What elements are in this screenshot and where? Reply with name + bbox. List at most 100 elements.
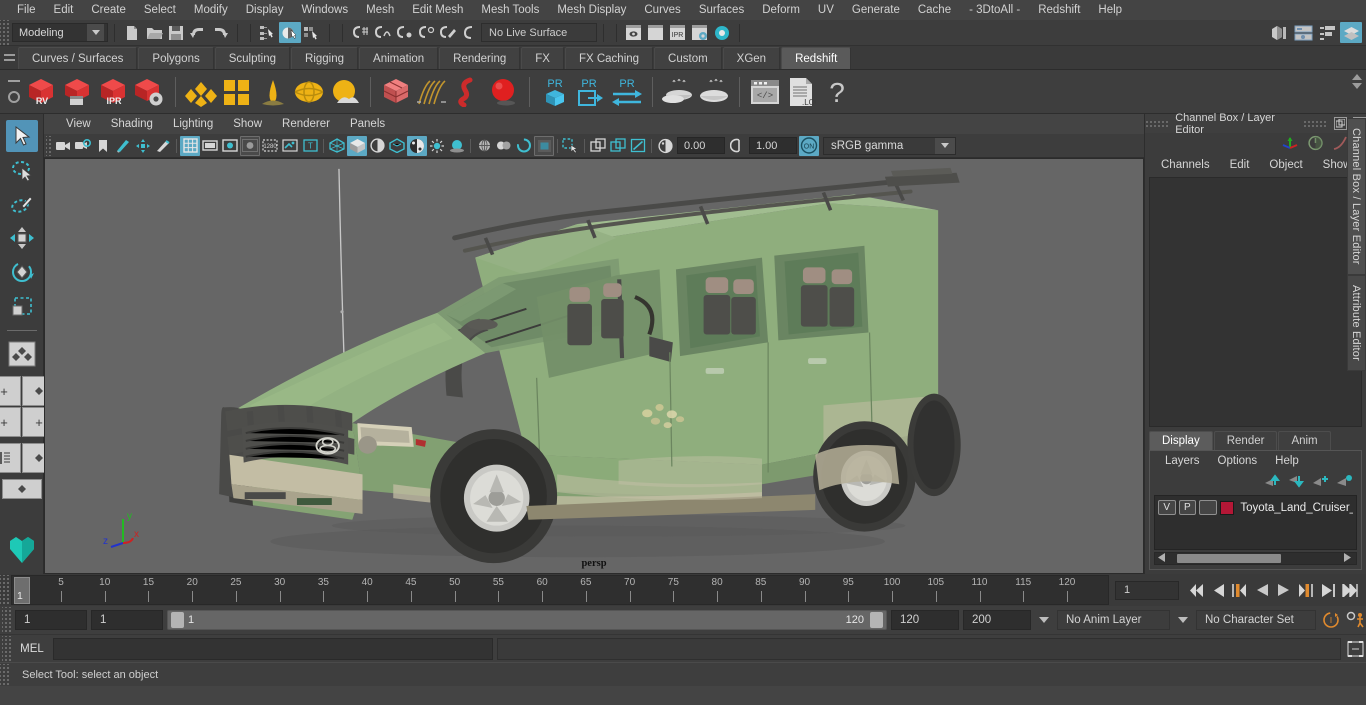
menu-create[interactable]: Create — [82, 0, 135, 20]
menu-display[interactable]: Display — [237, 0, 293, 20]
shelf-tab-custom[interactable]: Custom — [654, 47, 722, 69]
gamma-field[interactable]: 1.00 — [749, 137, 797, 154]
menu-modify[interactable]: Modify — [185, 0, 237, 20]
layer-tab-render[interactable]: Render — [1213, 431, 1278, 450]
channel-box-content[interactable] — [1149, 177, 1362, 427]
show-hide-attribute-editor-icon[interactable] — [1292, 22, 1314, 43]
vtab-channel-box-layer-editor[interactable]: Channel Box / Layer Editor — [1347, 118, 1366, 275]
chevron-down-icon[interactable] — [87, 24, 104, 41]
playback-end-time-field[interactable]: 120 — [891, 610, 959, 630]
time-slider[interactable]: 5 10 15 20 25 30 35 40 45 50 55 60 65 70 75 80 85 90 95 100… — [11, 575, 1109, 605]
viewport-toolbar-grip[interactable] — [46, 135, 53, 156]
redshift-bake-icon[interactable] — [661, 75, 695, 109]
move-layer-down-icon[interactable] — [1288, 474, 1305, 491]
range-slider-bar[interactable]: 1 120 — [167, 610, 887, 630]
viewport-menu-view[interactable]: View — [56, 114, 101, 134]
shelf-tab-rendering[interactable]: Rendering — [439, 47, 521, 69]
multisample-icon[interactable] — [494, 136, 514, 156]
animation-end-time-field[interactable]: 200 — [963, 610, 1031, 630]
command-line-grip[interactable] — [2, 635, 11, 662]
channel-box-menu-edit[interactable]: Edit — [1220, 155, 1260, 175]
shelf-scroll-up-icon[interactable] — [1352, 74, 1362, 80]
redshift-render-sequence-icon[interactable] — [61, 75, 95, 109]
ipr-render-icon[interactable]: IPR — [667, 22, 689, 43]
redshift-script-editor-icon[interactable]: </> — [748, 75, 782, 109]
shelf-tab-fx-caching[interactable]: FX Caching — [564, 47, 654, 69]
layer-tab-display[interactable]: Display — [1149, 431, 1213, 450]
redshift-render-view-icon[interactable]: RV — [25, 75, 59, 109]
channel-box-menu-object[interactable]: Object — [1259, 155, 1312, 175]
shelf-tab-redshift[interactable]: Redshift — [781, 47, 852, 69]
menu-select[interactable]: Select — [135, 0, 185, 20]
layer-tab-anim[interactable]: Anim — [1278, 431, 1331, 450]
range-slider-grip[interactable] — [2, 607, 11, 633]
layer-shading-toggle[interactable] — [1199, 500, 1217, 515]
xray-joints-icon[interactable] — [608, 136, 628, 156]
character-set-selector[interactable]: No Character Set — [1196, 610, 1316, 630]
resolution-gate-icon[interactable] — [220, 136, 240, 156]
select-tool[interactable] — [5, 120, 38, 152]
command-language-label[interactable]: MEL — [11, 643, 53, 655]
layer-playback-toggle[interactable]: P — [1178, 500, 1197, 515]
layer-row[interactable]: V P Toyota_Land_Cruiser_S — [1158, 499, 1353, 516]
channel-box-menu-channels[interactable]: Channels — [1151, 155, 1220, 175]
layer-list-horizontal-scrollbar[interactable] — [1154, 552, 1357, 565]
command-input[interactable] — [53, 637, 493, 660]
exposure-icon[interactable] — [655, 136, 675, 156]
shelf-tab-xgen[interactable]: XGen — [722, 47, 781, 69]
shelf-tab-polygons[interactable]: Polygons — [138, 47, 214, 69]
undock-panel-icon[interactable] — [1333, 117, 1347, 130]
smooth-shade-icon[interactable] — [347, 135, 367, 156]
shelf-tab-curves-surfaces[interactable]: Curves / Surfaces — [18, 47, 138, 69]
auto-keyframe-icon[interactable]: I — [1320, 609, 1341, 631]
render-current-frame-icon[interactable] — [623, 22, 645, 43]
viewport-menu-shading[interactable]: Shading — [101, 114, 163, 134]
menu-mesh-tools[interactable]: Mesh Tools — [472, 0, 548, 20]
redshift-light-cone-icon[interactable] — [256, 75, 290, 109]
time-slider-grip[interactable] — [0, 575, 9, 605]
menu-curves[interactable]: Curves — [635, 0, 689, 20]
redshift-bake-all-icon[interactable] — [697, 75, 731, 109]
redshift-dome-light-icon[interactable] — [292, 75, 326, 109]
menu-set-selector[interactable]: Modeling — [12, 23, 108, 42]
playback-start-time-field[interactable]: 1 — [91, 610, 163, 630]
redshift-proxy-icon[interactable] — [379, 75, 413, 109]
layer-visibility-toggle[interactable]: V — [1158, 500, 1176, 515]
image-plane-icon[interactable] — [113, 136, 133, 156]
move-layer-up-icon[interactable] — [1264, 473, 1281, 491]
persp-view-preset[interactable] — [1, 479, 42, 499]
shelf-scroll-down-icon[interactable] — [1352, 83, 1362, 89]
menu-deform[interactable]: Deform — [753, 0, 809, 20]
undo-icon[interactable] — [187, 22, 209, 43]
save-scene-icon[interactable] — [165, 22, 187, 43]
safe-action-icon[interactable] — [280, 136, 300, 156]
menu-surfaces[interactable]: Surfaces — [690, 0, 753, 20]
menu-mesh-display[interactable]: Mesh Display — [548, 0, 635, 20]
panel-drag-handle-right[interactable] — [1303, 120, 1328, 127]
snap-to-view-plane-icon[interactable] — [437, 22, 459, 43]
anim-layer-chevron-icon[interactable] — [1035, 617, 1053, 623]
layer-color-swatch[interactable] — [1219, 500, 1235, 515]
snap-to-grid-icon[interactable] — [349, 22, 371, 43]
wireframe-icon[interactable] — [327, 136, 347, 156]
menu-3dtoall[interactable]: - 3DtoAll - — [960, 0, 1029, 20]
redshift-log-icon[interactable]: .LOG — [784, 75, 818, 109]
shelf-tab-sculpting[interactable]: Sculpting — [214, 47, 291, 69]
menu-cache[interactable]: Cache — [909, 0, 960, 20]
show-hide-tool-settings-icon[interactable] — [1316, 22, 1338, 43]
play-backwards-icon[interactable] — [1251, 579, 1272, 601]
select-by-object-icon[interactable] — [279, 22, 301, 43]
menu-redshift[interactable]: Redshift — [1029, 0, 1089, 20]
shaded-wireframe-icon[interactable] — [367, 136, 387, 156]
select-by-component-icon[interactable] — [301, 22, 323, 43]
viewport-effects-icon[interactable] — [534, 135, 554, 156]
step-back-keyframe-icon[interactable] — [1207, 579, 1228, 601]
viewport-menu-panels[interactable]: Panels — [340, 114, 395, 134]
shelf-options-grip[interactable] — [4, 70, 24, 114]
snap-to-projected-center-icon[interactable] — [415, 22, 437, 43]
snap-to-point-icon[interactable] — [393, 22, 415, 43]
redshift-material-icon[interactable] — [184, 75, 218, 109]
shelf-tab-grip[interactable] — [0, 45, 18, 69]
lasso-select-tool[interactable] — [6, 154, 38, 186]
layer-menu-options[interactable]: Options — [1209, 451, 1267, 471]
